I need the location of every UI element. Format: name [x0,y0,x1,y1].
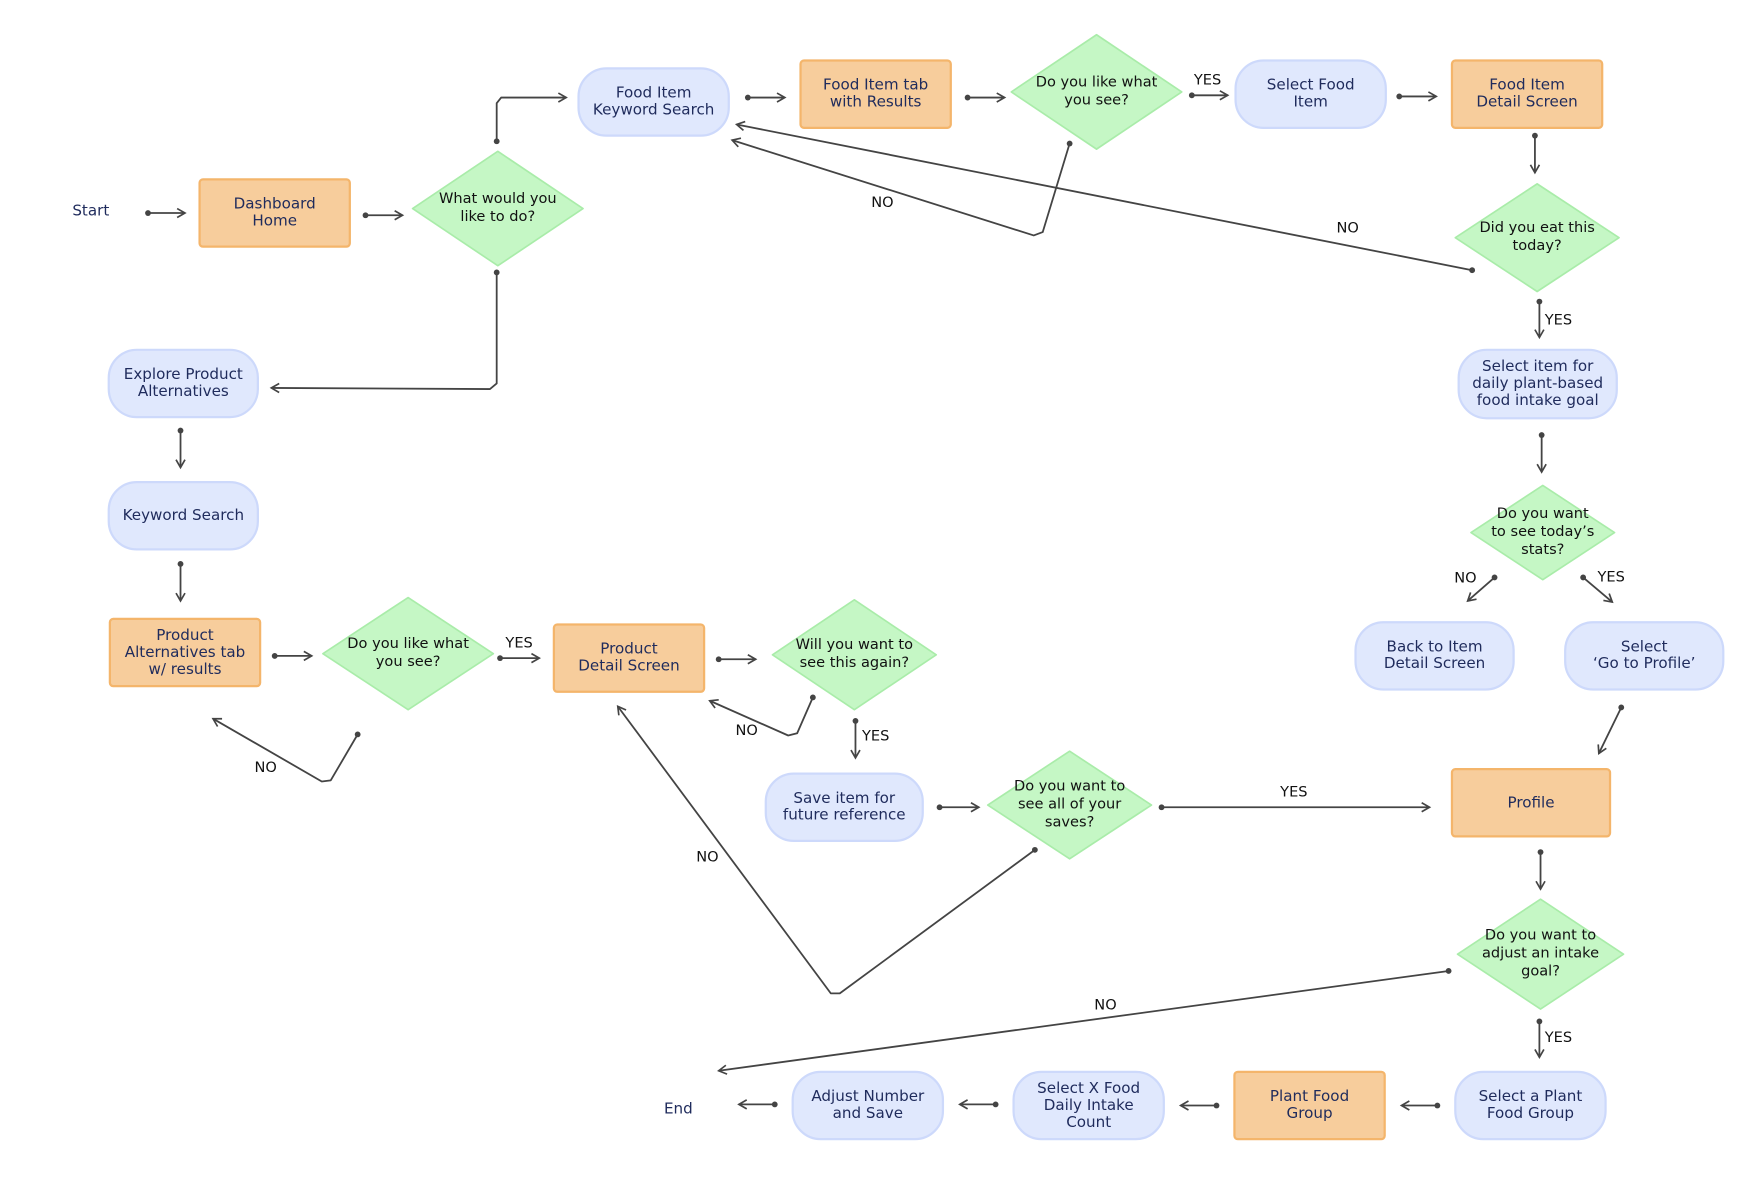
edge-label-no: NO [871,194,894,212]
node-label: End [663,1099,693,1118]
decision-adjust-goal: Do you want to adjust an intake goal? [1456,898,1625,1010]
node-label: Select X Food Daily Intake Count [1037,1079,1141,1131]
edge-label-no: NO [254,759,277,777]
node-dashboard: Dashboard Home [198,178,351,248]
node-explore: Explore Product Alternatives [107,348,259,419]
node-label: Select Food Item [1266,76,1355,111]
node-adjust-save: Adjust Number and Save [791,1070,945,1141]
connector-adjust-goal-to-end [717,968,1452,1075]
decision-see-again: Will you want to see this again? [771,599,938,711]
edge-label-no: NO [1454,570,1477,587]
node-select-food: Select Food Item [1234,59,1387,129]
node-label: Do you like what you see? [347,635,469,671]
flowchart: Start Dashboard Home What would you like t… [0,0,1749,1203]
node-label: Select a Plant Food Group [1478,1087,1583,1123]
node-label: Save item for future reference [782,789,906,825]
node-label: Do you like what you see? [1035,73,1158,109]
node-label: Will you want to see this again? [795,636,914,672]
connector-like-prod-to-prod-alt-tab [211,717,361,783]
node-select-plant: Select a Plant Food Group [1454,1070,1607,1141]
decision-see-saves: Do you want to see all of your saves? [986,750,1153,860]
connector-what-to-do-to-explore [269,269,500,394]
node-plant-group: Plant Food Group [1233,1070,1386,1141]
node-label: What would you like to do? [438,190,557,226]
node-go-profile: Select ‘Go to Profile’ [1564,621,1725,691]
connector-see-saves-to-prod-detail [616,704,1038,995]
connector-like-fi-to-fi-keyword [730,137,1073,237]
edge-label-yes: YES [861,728,890,746]
node-prod-alt-tab: Product Alternatives tab w/ results [108,617,262,688]
edge-label-no: NO [1336,220,1359,238]
decision-like-fi: Do you like what you see? [1010,33,1183,151]
node-label: Do you want to see all of your saves? [1013,778,1126,831]
node-label: Do you want to adjust an intake goal? [1481,927,1600,980]
edge-label-no: NO [696,849,719,867]
node-select-goal: Select item for daily plant-based food i… [1457,348,1618,420]
node-fi-keyword: Food Item Keyword Search [577,67,730,137]
node-label: Adjust Number and Save [811,1087,925,1123]
node-prod-detail: Product Detail Screen [552,623,706,693]
node-label: Explore Product Alternatives [123,365,243,401]
node-label: Profile [1507,793,1555,812]
decision-eat-today: Did you eat this today? [1454,183,1620,293]
connector-go-profile-to-profile [1597,704,1625,755]
edge-label-yes: YES [505,635,533,652]
connector-what-to-do-to-fi-keyword [493,92,568,145]
node-label: Dashboard Home [233,195,316,230]
node-keyword: Keyword Search [107,480,259,551]
node-label: Product Detail Screen [578,640,680,675]
node-label: Select item for daily plant-based food i… [1472,357,1604,410]
node-label: Food Item Keyword Search [592,84,715,119]
decision-like-prod: Do you like what you see? [322,596,495,711]
edge-label-no: NO [735,722,758,740]
node-label: Back to Item Detail Screen [1383,637,1486,673]
node-label: Product Alternatives tab w/ results [124,626,246,678]
node-profile: Profile [1450,768,1612,838]
node-label: Food Item Detail Screen [1476,76,1578,111]
node-start: Start [49,169,132,252]
node-select-x: Select X Food Daily Intake Count [1012,1070,1165,1141]
node-label: Do you want to see today’s stats? [1491,505,1595,559]
node-label: Food Item tab with Results [823,76,929,111]
node-save-item: Save item for future reference [764,772,924,843]
node-label: Plant Food Group [1269,1087,1350,1123]
node-label: Start [72,201,110,220]
decision-what-to-do: What would you like to do? [411,150,584,267]
node-end: End [636,1066,721,1151]
node-label: Keyword Search [122,506,245,525]
edge-label-yes: YES [1544,312,1573,330]
edge-label-yes: YES [1193,72,1222,90]
edge-label-yes: YES [1280,784,1308,802]
node-label: Did you eat this today? [1479,219,1595,255]
node-label: Select ‘Go to Profile’ [1592,637,1696,673]
edge-label-no: NO [1094,997,1117,1015]
node-back-detail: Back to Item Detail Screen [1354,621,1515,691]
node-fi-tab: Food Item tab with Results [799,59,952,129]
node-fi-detail: Food Item Detail Screen [1450,59,1604,129]
edge-label-yes: YES [1597,569,1625,586]
edge-label-yes: YES [1544,1029,1573,1047]
decision-see-stats: Do you want to see today’s stats? [1470,484,1616,581]
